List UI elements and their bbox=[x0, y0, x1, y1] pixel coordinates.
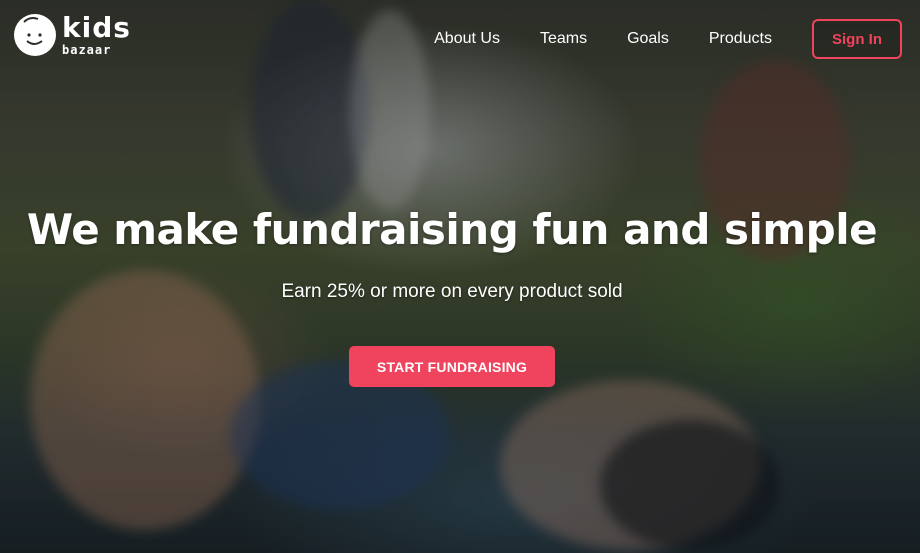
nav-link-products[interactable]: Products bbox=[709, 19, 772, 59]
nav-link-about-us[interactable]: About Us bbox=[434, 19, 500, 59]
nav-link-goals[interactable]: Goals bbox=[627, 19, 669, 59]
brand-name-bottom: bazaar bbox=[62, 43, 112, 57]
brand-name-top: kids bbox=[62, 11, 131, 44]
hero-section: kids bazaar About Us Teams Goals Product… bbox=[0, 0, 920, 553]
hero-headline: We make fundraising fun and simple bbox=[26, 205, 878, 254]
background-overlay bbox=[0, 0, 920, 553]
start-fundraising-button[interactable]: START FUNDRAISING bbox=[349, 346, 555, 387]
hero-subheadline: Earn 25% or more on every product sold bbox=[281, 281, 623, 302]
smiley-face-icon bbox=[14, 14, 56, 56]
brand-logo[interactable]: kids bazaar bbox=[14, 14, 131, 56]
main-navigation: About Us Teams Goals Products Sign In bbox=[434, 19, 902, 59]
brand-wordmark: kids bazaar bbox=[62, 11, 131, 57]
sign-in-button[interactable]: Sign In bbox=[812, 19, 902, 59]
nav-link-teams[interactable]: Teams bbox=[540, 19, 587, 59]
